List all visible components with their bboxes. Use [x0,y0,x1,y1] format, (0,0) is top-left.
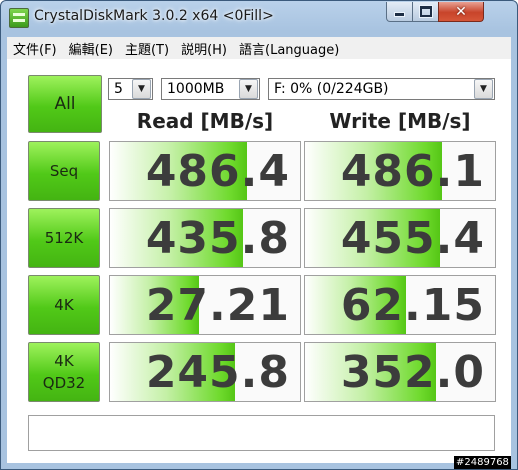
test-button-seq[interactable]: Seq [28,141,100,201]
drive-select[interactable]: F: 0% (0/224GB) ▼ [268,78,495,100]
benchmark-panel: All 5 ▼ 1000MB ▼ F: 0% (0/224GB) ▼ Read … [7,59,511,463]
read-result-4k-qd32: 245.8 [109,342,301,402]
maximize-button[interactable] [412,2,439,22]
menu-help[interactable]: 説明(H) [175,39,233,58]
app-window: CrystalDiskMark 3.0.2 x64 <0Fill> ✕ 文件(F… [0,0,518,470]
chevron-down-icon[interactable]: ▼ [132,79,151,99]
status-bar [28,415,495,451]
write-value: 455.4 [340,212,485,264]
write-result-512k: 455.4 [304,208,496,268]
maximize-icon [419,6,432,17]
write-column-header: Write [MB/s] [329,109,471,133]
write-result-4k: 62.15 [304,275,496,335]
write-result-seq: 486.1 [304,141,496,201]
read-value: 435.8 [145,212,290,264]
menu-theme[interactable]: 主題(T) [119,39,175,58]
read-result-4k: 27.21 [109,275,301,335]
run-all-button[interactable]: All [28,75,102,133]
close-button[interactable]: ✕ [438,2,484,22]
menu-bar: 文件(F) 編輯(E) 主題(T) 説明(H) 語言(Language) [7,37,511,59]
close-icon: ✕ [455,3,467,20]
minimize-icon [394,12,405,17]
menu-edit[interactable]: 編輯(E) [63,39,119,58]
drive-value: F: 0% (0/224GB) [274,81,389,97]
test-size-select[interactable]: 1000MB ▼ [161,78,260,100]
write-value: 486.1 [340,145,485,197]
read-result-512k: 435.8 [109,208,301,268]
write-result-4k-qd32: 352.0 [304,342,496,402]
read-result-seq: 486.4 [109,141,301,201]
window-title: CrystalDiskMark 3.0.2 x64 <0Fill> [34,8,274,24]
write-value: 62.15 [340,279,485,331]
test-button-4k-qd32[interactable]: 4K QD32 [28,342,100,402]
chevron-down-icon[interactable]: ▼ [474,79,493,99]
menu-language[interactable]: 語言(Language) [233,39,345,58]
read-value: 245.8 [145,346,290,398]
read-value: 27.21 [145,279,290,331]
test-button-4k[interactable]: 4K [28,275,100,335]
title-bar[interactable]: CrystalDiskMark 3.0.2 x64 <0Fill> ✕ [1,1,517,35]
menu-file[interactable]: 文件(F) [7,39,63,58]
test-size-value: 1000MB [167,81,225,97]
minimize-button[interactable] [386,2,413,22]
watermark-label: #2489768 [454,456,511,469]
test-count-select[interactable]: 5 ▼ [108,78,153,100]
read-column-header: Read [MB/s] [136,109,274,133]
disk-app-icon [9,8,29,28]
chevron-down-icon[interactable]: ▼ [239,79,258,99]
test-count-value: 5 [114,81,123,97]
test-button-512k[interactable]: 512K [28,208,100,268]
read-value: 486.4 [145,145,290,197]
write-value: 352.0 [340,346,485,398]
